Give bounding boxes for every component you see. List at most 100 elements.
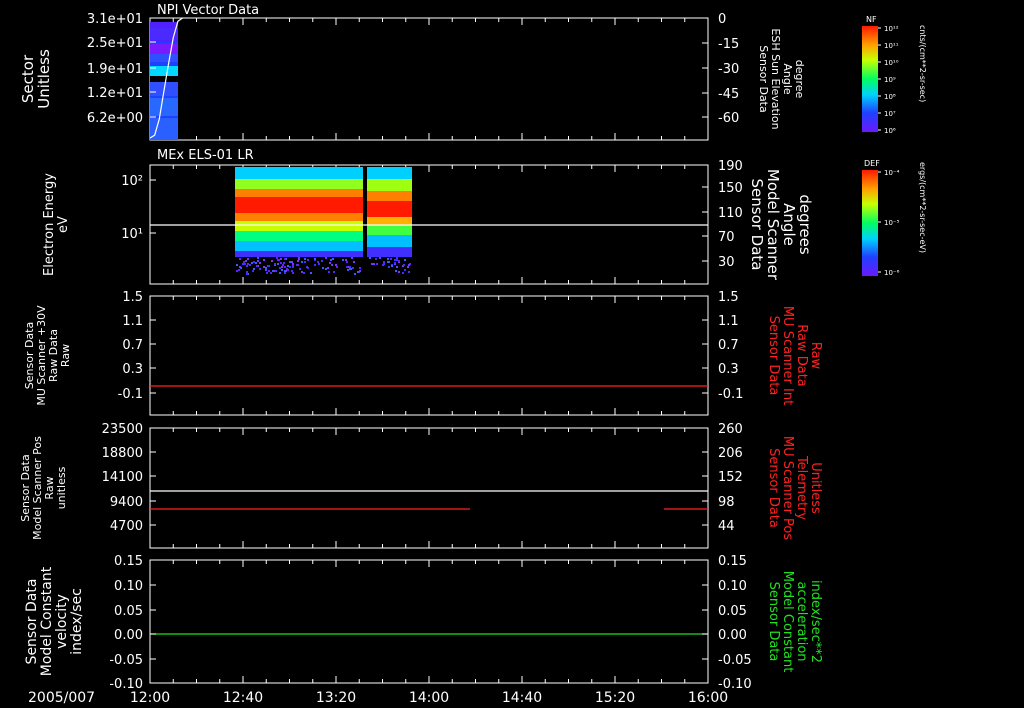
speckle-pixel [259, 268, 261, 270]
colorbar-tick-label: 10⁻⁵ [884, 219, 900, 227]
speckle-pixel [246, 273, 248, 275]
speckle-pixel [253, 261, 255, 263]
left-tick-label: 6.2e+00 [87, 111, 143, 126]
left-axis-label-line: unitless [55, 466, 68, 509]
speckle-pixel [247, 258, 249, 260]
els-band [235, 213, 363, 221]
right-tick-label: 0.7 [718, 338, 739, 353]
speckle-pixel [245, 260, 247, 262]
speckle-pixel [307, 259, 309, 261]
right-tick-label: 0.10 [718, 579, 747, 594]
right-axis-label-line: Sensor Data [766, 316, 781, 396]
speckle-pixel [284, 270, 286, 272]
speckle-pixel [346, 266, 348, 268]
speckle-pixel [376, 263, 378, 265]
panel-1-heatmap-band [150, 54, 178, 62]
speckle-pixel [287, 265, 289, 267]
right-tick-label: 0.15 [718, 554, 747, 569]
colorbar-def: DEF 10⁻⁴ 10⁻⁵ 10⁻⁶ ergs/(cm**2-sr-sec-eV) [862, 159, 927, 277]
speckle-pixel [346, 261, 348, 263]
colorbar-tick-label: 10¹¹ [884, 42, 899, 50]
speckle-pixel [396, 259, 398, 261]
speckle-pixel [373, 263, 375, 265]
speckle-pixel [327, 267, 329, 269]
speckle-pixel [280, 258, 282, 260]
left-axis-label-line: velocity [54, 594, 70, 649]
right-tick-label: 260 [718, 422, 743, 437]
speckle-pixel [244, 263, 246, 265]
panel-2-left-axis-label: Electron Energy eV [42, 173, 71, 276]
colorbar-def-units: ergs/(cm**2-sr-sec-eV) [918, 162, 927, 253]
speckle-pixel [236, 264, 238, 266]
right-tick-label: 1.5 [718, 290, 739, 305]
panel-1-heatmap-gap [150, 76, 178, 82]
speckle-pixel [289, 261, 291, 263]
left-tick-label: 4700 [110, 519, 143, 534]
right-axis-label-line: Angle [780, 203, 798, 246]
left-axis-label-line: eV [56, 216, 71, 233]
els-band [235, 221, 363, 231]
speckle-pixel [297, 260, 299, 262]
speckle-pixel [325, 268, 327, 270]
speckle-pixel [396, 257, 398, 259]
speckle-pixel [279, 272, 281, 274]
science-summary-plot: NPI Vector Data MEx ELS-01 LR 3.1e+01 2.5… [19, 3, 927, 706]
speckle-pixel [280, 262, 282, 264]
speckle-pixel [256, 265, 258, 267]
speckle-pixel [292, 272, 294, 274]
right-axis-label-line: Angle [781, 63, 794, 95]
colorbar-tick-label: 10⁹ [884, 76, 896, 84]
right-axis-label-line: acceleration [794, 581, 809, 661]
right-axis-label-line: Model Constant [780, 571, 795, 673]
right-tick-label: 30 [718, 255, 735, 270]
left-tick-label: 1.2e+01 [87, 86, 143, 101]
speckle-pixel [391, 265, 393, 267]
els-low-energy-speckle [236, 257, 411, 275]
speckle-pixel [239, 258, 241, 260]
panel-2-spectrogram [150, 167, 708, 275]
left-tick-label: 1.5 [122, 290, 143, 305]
colorbar-tick-label: 10⁷ [884, 110, 896, 118]
panel-1-heatmap-band [150, 118, 178, 140]
right-tick-label: 190 [718, 159, 743, 174]
speckle-pixel [353, 261, 355, 263]
panel-3-frame [149, 295, 709, 416]
colorbar-nf-units: cnts/(cm**2-sr-sec) [918, 25, 927, 102]
colorbar-nf-title: NF [866, 15, 877, 24]
colorbar-nf: NF 10¹² 10¹¹ 10¹⁰ 10⁹ 10⁸ 10⁷ 10⁶ cnts/(cm**2-… [862, 15, 927, 135]
right-axis-label-line: Raw Data [794, 324, 809, 387]
speckle-pixel [257, 260, 259, 262]
colorbar-nf-gradient [862, 26, 878, 132]
panel-1-left-axis-label: SectorUnitless [19, 49, 53, 109]
speckle-pixel [249, 264, 251, 266]
colorbar-tick-label: 10¹⁰ [884, 59, 899, 67]
speckle-pixel [268, 270, 270, 272]
speckle-pixel [398, 260, 400, 262]
right-tick-label: 1.1 [718, 314, 739, 329]
colorbar-tick-label: 10⁸ [884, 93, 896, 101]
x-tick-label: 12:40 [223, 690, 263, 706]
left-tick-label: 10¹ [121, 227, 143, 242]
speckle-pixel [274, 263, 276, 265]
panel-3-left-axis-label: Sensor Data MU Scanner +30V Raw Data Raw [23, 305, 72, 406]
speckle-pixel [395, 270, 397, 272]
left-tick-label: 0.10 [114, 579, 143, 594]
date-label: 2005/007 [28, 690, 95, 706]
speckle-pixel [317, 261, 319, 263]
speckle-pixel [382, 264, 384, 266]
x-tick-label: 15:20 [595, 690, 635, 706]
speckle-pixel [402, 272, 404, 274]
right-axis-label-line: ESH Sun Elevation [769, 28, 782, 129]
right-tick-label: -0.1 [718, 387, 743, 402]
colorbar-tick-label: 10¹² [884, 25, 899, 33]
speckle-pixel [318, 263, 320, 265]
speckle-pixel [350, 268, 352, 270]
speckle-pixel [332, 258, 334, 260]
speckle-pixel [284, 266, 286, 268]
speckle-pixel [265, 267, 267, 269]
speckle-pixel [387, 258, 389, 260]
panel-5-left-axis-label: Sensor Data Model Constant velocity index/s… [24, 566, 85, 676]
panel-1-spectrogram [149, 17, 183, 140]
speckle-pixel [259, 262, 261, 264]
right-axis-label-line: Sensor Data [766, 582, 781, 662]
